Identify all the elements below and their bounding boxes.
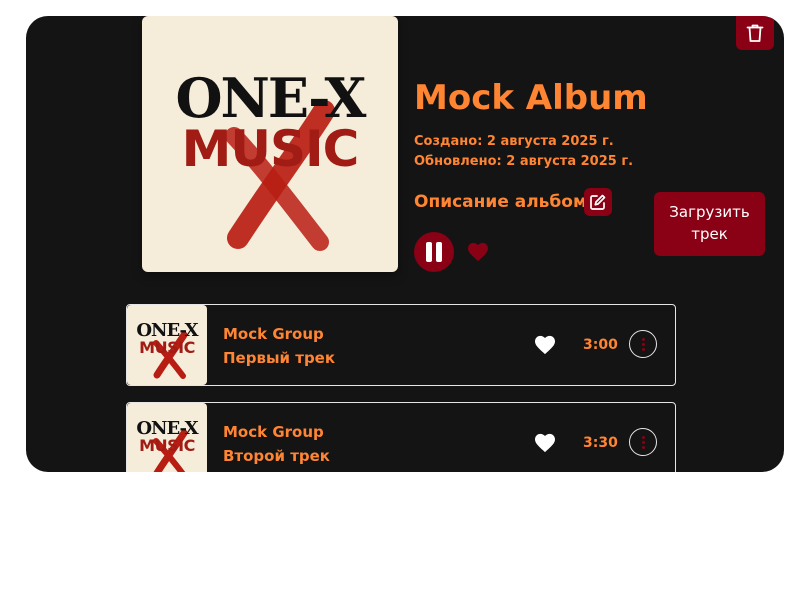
track-artist[interactable]: Mock Group xyxy=(223,325,324,343)
edit-icon xyxy=(590,194,606,210)
track-menu-button[interactable] xyxy=(629,428,657,456)
track-like-button[interactable] xyxy=(533,333,557,357)
track-cover: ONE-X MUSIC xyxy=(127,403,207,472)
track-title[interactable]: Второй трек xyxy=(223,447,330,465)
edit-description-button[interactable] xyxy=(584,188,612,216)
more-vertical-icon xyxy=(641,435,645,449)
heart-icon xyxy=(535,433,555,453)
more-vertical-icon xyxy=(641,337,645,351)
album-title: Mock Album xyxy=(414,78,648,118)
upload-track-button[interactable]: Загрузить трек xyxy=(654,192,765,256)
album-panel: ONE-X MUSIC Mock Album Создано: 2 август… xyxy=(26,16,784,472)
track-row[interactable]: ONE-X MUSIC Mock Group Первый трек 3:00 xyxy=(126,304,676,386)
album-like-button[interactable] xyxy=(466,240,490,264)
trash-icon xyxy=(746,24,764,42)
track-menu-button[interactable] xyxy=(629,330,657,358)
track-cover: ONE-X MUSIC xyxy=(127,305,207,385)
track-row[interactable]: ONE-X MUSIC Mock Group Второй трек 3:30 xyxy=(126,402,676,472)
track-artist[interactable]: Mock Group xyxy=(223,423,324,441)
album-description-label[interactable]: Описание альбома xyxy=(414,192,598,212)
heart-icon xyxy=(468,242,488,262)
track-duration: 3:00 xyxy=(583,337,618,353)
album-cover: ONE-X MUSIC xyxy=(142,16,398,272)
heart-icon xyxy=(535,335,555,355)
pause-button[interactable] xyxy=(414,232,454,272)
pause-icon xyxy=(426,242,442,262)
track-cover-logo-bottom: MUSIC xyxy=(139,338,195,357)
album-created-date: Создано: 2 августа 2025 г. xyxy=(414,134,614,149)
track-title[interactable]: Первый трек xyxy=(223,349,335,367)
album-cover-logo: ONE-X MUSIC xyxy=(142,16,398,272)
album-updated-date: Обновлено: 2 августа 2025 г. xyxy=(414,154,634,169)
track-duration: 3:30 xyxy=(583,435,618,451)
album-cover-logo-bottom: MUSIC xyxy=(181,120,360,178)
track-cover-logo-bottom: MUSIC xyxy=(139,436,195,455)
delete-album-button[interactable] xyxy=(736,16,774,50)
track-like-button[interactable] xyxy=(533,431,557,455)
